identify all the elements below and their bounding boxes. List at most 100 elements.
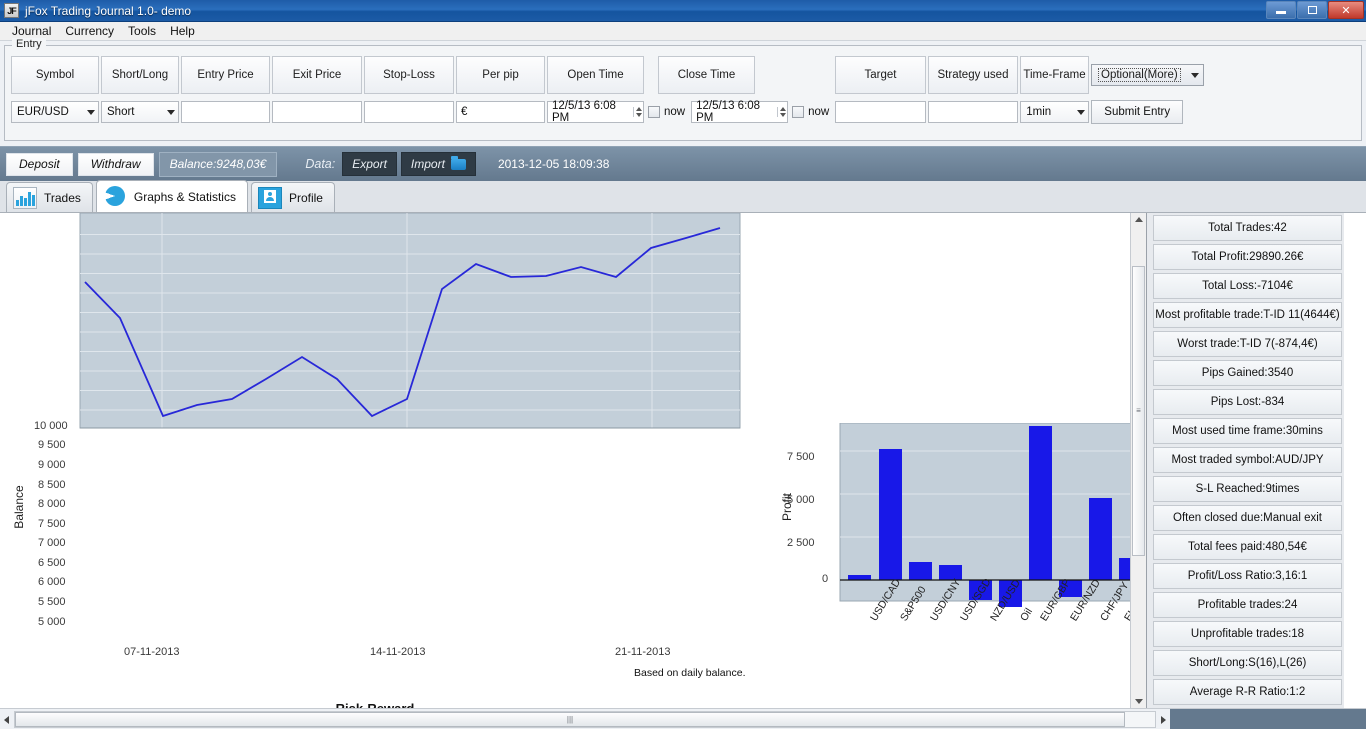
risk-reward-title: Risk-Reward bbox=[260, 701, 490, 708]
exit-price-input[interactable] bbox=[272, 101, 362, 123]
header-strategy: Strategy used bbox=[928, 56, 1018, 94]
header-time-frame: Time-Frame bbox=[1020, 56, 1089, 94]
open-time-value: 12/5/13 6:08 PM bbox=[552, 100, 616, 124]
balance-ytick: 8 500 bbox=[38, 479, 66, 491]
scroll-grip-icon: ≡ bbox=[1136, 406, 1141, 415]
checkbox-box bbox=[648, 106, 660, 118]
tab-trades[interactable]: Trades bbox=[6, 182, 93, 212]
optional-more-dropdown[interactable]: Optional(More) bbox=[1091, 64, 1204, 86]
strategy-input[interactable] bbox=[928, 101, 1019, 123]
import-button[interactable]: Import bbox=[400, 152, 476, 176]
chevron-down-icon bbox=[87, 109, 95, 115]
withdraw-button[interactable]: Withdraw bbox=[77, 152, 154, 176]
balance-ytick: 7 000 bbox=[38, 537, 66, 549]
time-frame-value: 1min bbox=[1026, 106, 1052, 118]
scroll-up-icon[interactable] bbox=[1134, 217, 1143, 222]
balance-xtick: 07-11-2013 bbox=[124, 646, 180, 658]
header-entry-price: Entry Price bbox=[181, 56, 270, 94]
scroll-right-icon[interactable] bbox=[1161, 715, 1166, 724]
stat-pips-gained: Pips Gained:3540 bbox=[1153, 360, 1342, 386]
deposit-button[interactable]: Deposit bbox=[6, 152, 73, 176]
close-time-spinner[interactable] bbox=[777, 107, 787, 117]
window-title: jFox Trading Journal 1.0- demo bbox=[25, 3, 192, 18]
profit-ytick: 7 500 bbox=[787, 451, 815, 463]
checkbox-box bbox=[792, 106, 805, 118]
stat-profitable-trades: Profitable trades:24 bbox=[1153, 592, 1342, 618]
short-long-value: Short bbox=[107, 106, 135, 118]
minimize-icon[interactable] bbox=[1266, 1, 1296, 19]
horizontal-scrollbar[interactable]: ||| bbox=[0, 708, 1366, 729]
stat-most-traded-symbol: Most traded symbol:AUD/JPY bbox=[1153, 447, 1342, 473]
stat-average-rr-ratio: Average R-R Ratio:1:2 bbox=[1153, 679, 1342, 705]
tab-profile-label: Profile bbox=[288, 190, 323, 205]
vertical-scroll-thumb[interactable]: ≡ bbox=[1132, 266, 1145, 556]
balance-chart bbox=[79, 213, 741, 429]
tab-profile[interactable]: Profile bbox=[250, 182, 335, 212]
stat-most-used-time-frame: Most used time frame:30mins bbox=[1153, 418, 1342, 444]
charts-panel: Balance 10 000 9 500 9 000 8 500 8 000 7… bbox=[0, 213, 1146, 708]
scrollbar-corner bbox=[1170, 708, 1366, 729]
header-stop-loss: Stop-Loss bbox=[364, 56, 454, 94]
header-short-long: Short/Long bbox=[101, 56, 179, 94]
open-time-spinner[interactable] bbox=[633, 107, 642, 117]
close-now-checkbox[interactable]: now bbox=[792, 106, 829, 118]
close-time-value: 12/5/13 6:08 PM bbox=[696, 100, 761, 124]
stat-short-long: Short/Long:S(16),L(26) bbox=[1153, 650, 1342, 676]
close-icon[interactable]: ✕ bbox=[1328, 1, 1364, 19]
folder-icon bbox=[450, 155, 466, 170]
title-bar: JF jFox Trading Journal 1.0- demo ✕ bbox=[0, 0, 1366, 22]
horizontal-scroll-thumb[interactable]: ||| bbox=[15, 712, 1125, 727]
balance-ytick: 5 000 bbox=[38, 616, 66, 628]
tab-strip: Trades Graphs & Statistics Profile bbox=[0, 180, 1366, 213]
scroll-left-icon[interactable] bbox=[4, 715, 9, 724]
stat-pips-lost: Pips Lost:-834 bbox=[1153, 389, 1342, 415]
balance-ytick: 9 500 bbox=[38, 439, 66, 451]
entry-price-input[interactable] bbox=[181, 101, 270, 123]
submit-entry-button[interactable]: Submit Entry bbox=[1091, 100, 1184, 124]
profit-ytick: 2 500 bbox=[787, 537, 815, 549]
profit-axis-label: Profit bbox=[780, 493, 794, 522]
stop-loss-input[interactable] bbox=[364, 101, 454, 123]
symbol-value: EUR/USD bbox=[17, 106, 69, 118]
vertical-scrollbar[interactable]: ≡ bbox=[1130, 213, 1146, 708]
header-symbol: Symbol bbox=[11, 56, 99, 94]
menu-item-currency[interactable]: Currency bbox=[58, 23, 121, 39]
stat-total-trades: Total Trades:42 bbox=[1153, 215, 1342, 241]
time-frame-select[interactable]: 1min bbox=[1020, 101, 1090, 123]
per-pip-input[interactable]: € bbox=[456, 101, 545, 123]
optional-more-label: Optional(More) bbox=[1098, 68, 1181, 82]
open-now-checkbox[interactable]: now bbox=[648, 106, 685, 118]
target-input[interactable] bbox=[835, 101, 927, 123]
profit-ytick: 0 bbox=[822, 573, 829, 585]
menu-item-help[interactable]: Help bbox=[163, 23, 202, 39]
export-label: Export bbox=[352, 157, 387, 171]
balance-xtick: 14-11-2013 bbox=[370, 646, 426, 658]
header-exit-price: Exit Price bbox=[272, 56, 362, 94]
close-time-input[interactable]: 12/5/13 6:08 PM bbox=[691, 100, 789, 124]
menu-item-tools[interactable]: Tools bbox=[121, 23, 163, 39]
tab-graphs-statistics[interactable]: Graphs & Statistics bbox=[95, 180, 248, 212]
bar-chart-icon bbox=[13, 186, 37, 209]
restore-icon[interactable] bbox=[1297, 1, 1327, 19]
stat-most-profitable-trade: Most profitable trade:T-ID 11(4644€) bbox=[1153, 302, 1342, 328]
open-time-input[interactable]: 12/5/13 6:08 PM bbox=[547, 100, 644, 124]
import-label: Import bbox=[410, 157, 445, 171]
short-long-select[interactable]: Short bbox=[101, 101, 179, 123]
export-button[interactable]: Export bbox=[342, 152, 397, 176]
main-content: Balance 10 000 9 500 9 000 8 500 8 000 7… bbox=[0, 213, 1366, 708]
spinner-up-icon bbox=[636, 107, 642, 111]
scroll-down-icon[interactable] bbox=[1134, 699, 1143, 704]
menu-item-journal[interactable]: Journal bbox=[5, 23, 58, 39]
chevron-down-icon bbox=[1190, 72, 1199, 78]
profit-ytick: 5 000 bbox=[787, 494, 815, 506]
horizontal-scroll-track[interactable]: ||| bbox=[14, 711, 1156, 728]
chevron-down-icon bbox=[1077, 109, 1086, 115]
symbol-select[interactable]: EUR/USD bbox=[11, 101, 99, 123]
balance-xtick: 21-11-2013 bbox=[615, 646, 671, 658]
stat-total-loss: Total Loss:-7104€ bbox=[1153, 273, 1342, 299]
tab-trades-label: Trades bbox=[44, 190, 81, 205]
app-icon: JF bbox=[4, 3, 19, 18]
entry-field-row: EUR/USD Short € 12/5/13 6:08 PM now 12/5… bbox=[11, 99, 1355, 125]
header-target: Target bbox=[835, 56, 926, 94]
balance-ytick: 10 000 bbox=[34, 420, 68, 432]
